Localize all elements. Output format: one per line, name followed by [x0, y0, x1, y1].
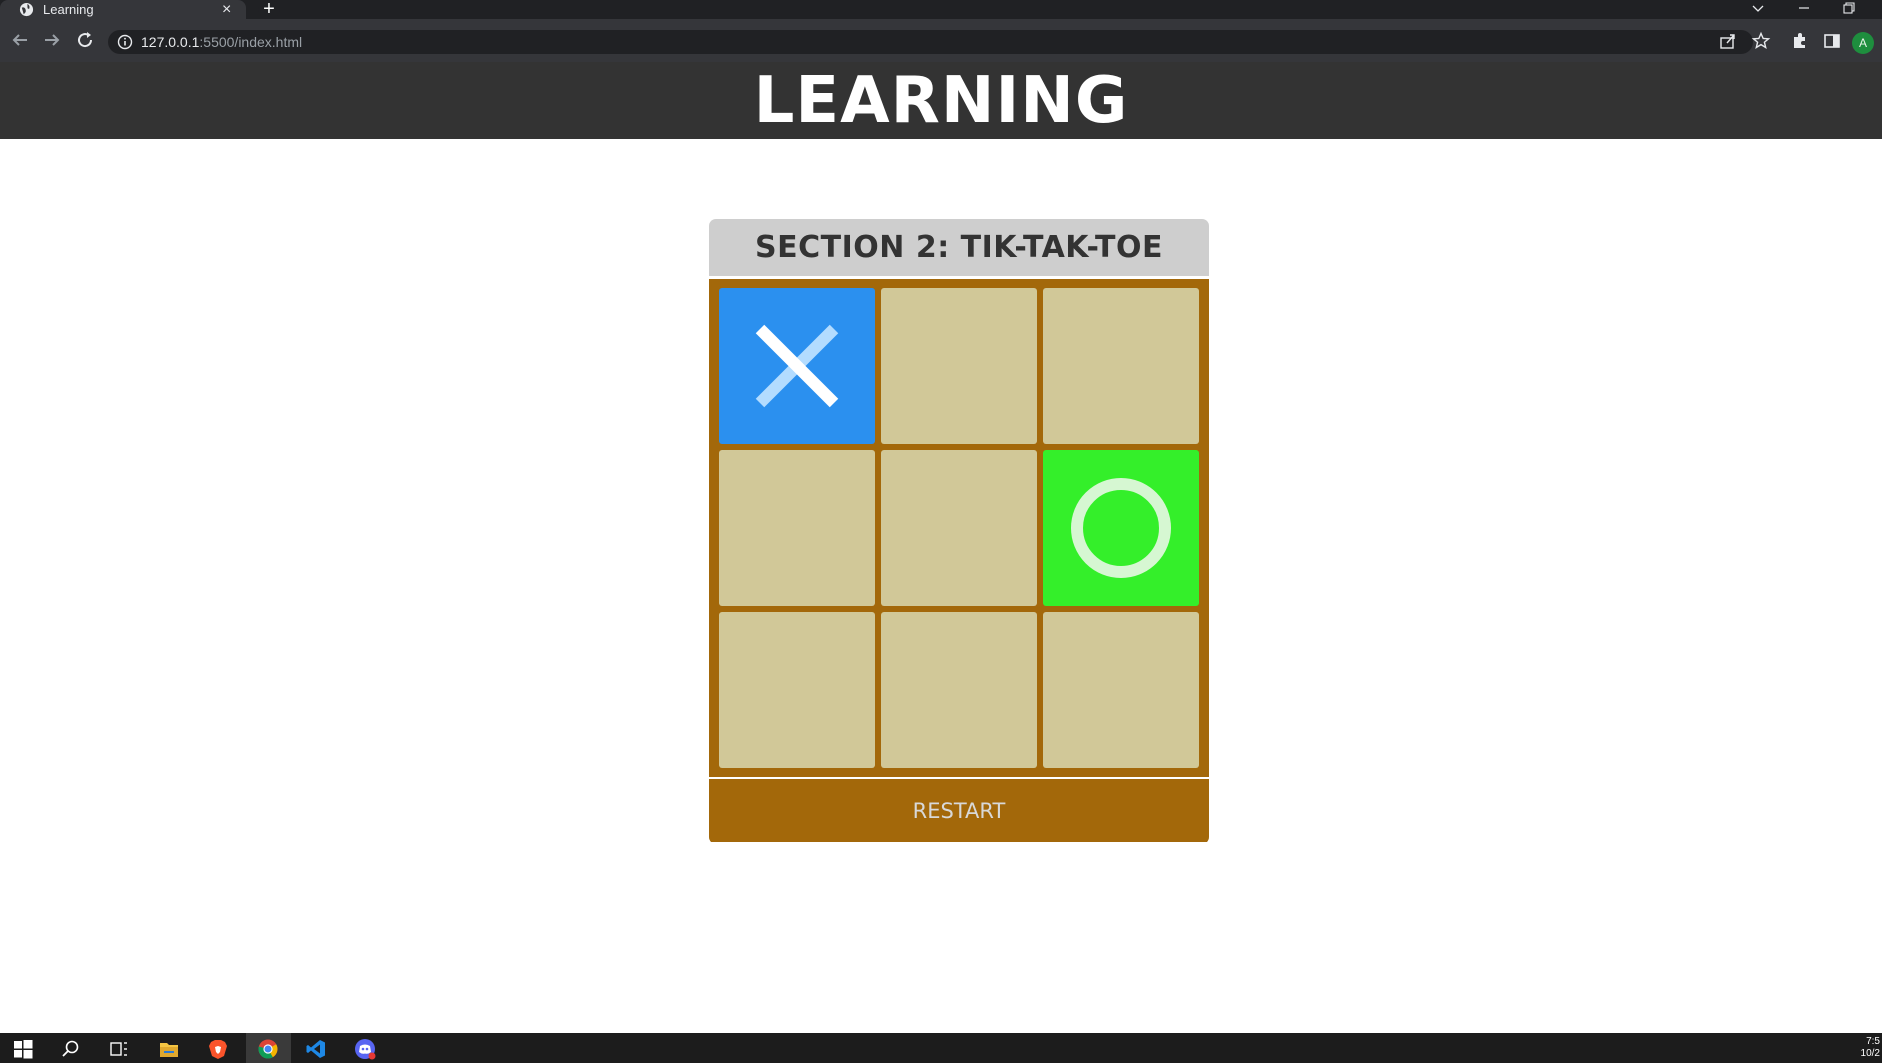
- task-view-icon[interactable]: [108, 1038, 130, 1060]
- game-board: [709, 279, 1209, 779]
- search-icon[interactable]: [60, 1038, 82, 1060]
- board-cell-r1-c2[interactable]: [881, 288, 1037, 444]
- tab-title: Learning: [43, 2, 94, 17]
- board-cell-r3-c2[interactable]: [881, 612, 1037, 768]
- globe-icon: [19, 2, 34, 17]
- browser-tab-strip: Learning × +: [0, 0, 1882, 19]
- browser-toolbar: 127.0.0.1:5500/index.html A: [0, 19, 1882, 62]
- site-title: LEARNING: [753, 63, 1129, 138]
- board-cell-r1-c3[interactable]: [1043, 288, 1199, 444]
- minimize-icon[interactable]: [1789, 0, 1819, 19]
- browser-tab-learning[interactable]: Learning ×: [0, 0, 246, 19]
- new-tab-button[interactable]: +: [258, 0, 280, 19]
- board-cell-r1-c1[interactable]: [719, 288, 875, 444]
- board-cell-r3-c1[interactable]: [719, 612, 875, 768]
- url-path: :5500/index.html: [199, 34, 303, 50]
- x-mark-icon: [755, 324, 839, 408]
- bookmark-star-icon[interactable]: [1751, 31, 1771, 51]
- side-panel-icon[interactable]: [1822, 31, 1842, 51]
- section-title: SECTION 2: TIK-TAK-TOE: [755, 230, 1163, 265]
- o-mark-icon: [1071, 478, 1171, 578]
- board-cell-r3-c3[interactable]: [1043, 612, 1199, 768]
- board-cell-r2-c3[interactable]: [1043, 450, 1199, 606]
- reload-icon[interactable]: [73, 28, 97, 52]
- back-arrow-icon[interactable]: [8, 28, 32, 52]
- system-clock[interactable]: 7:5 10/2: [1861, 1036, 1880, 1060]
- brave-icon[interactable]: [207, 1038, 229, 1060]
- section-header: SECTION 2: TIK-TAK-TOE: [709, 219, 1209, 279]
- share-icon[interactable]: [1718, 31, 1738, 51]
- windows-start-icon[interactable]: [12, 1038, 34, 1060]
- tab-close-icon[interactable]: ×: [222, 0, 231, 19]
- restart-label: RESTART: [912, 798, 1006, 823]
- site-header: LEARNING: [0, 62, 1882, 139]
- restore-window-icon[interactable]: [1834, 0, 1864, 19]
- forward-arrow-icon[interactable]: [40, 28, 64, 52]
- clock-time: 7:5: [1866, 1036, 1880, 1047]
- windows-taskbar: 7:5 10/2: [0, 1033, 1882, 1063]
- board-cell-r2-c1[interactable]: [719, 450, 875, 606]
- restart-button[interactable]: RESTART: [709, 779, 1209, 842]
- clock-date: 10/2: [1860, 1048, 1880, 1059]
- profile-avatar[interactable]: A: [1852, 32, 1874, 54]
- url-host: 127.0.0.1: [141, 34, 200, 50]
- vscode-icon[interactable]: [305, 1038, 327, 1060]
- site-info-icon[interactable]: [116, 33, 134, 51]
- address-bar[interactable]: 127.0.0.1:5500/index.html: [108, 30, 1753, 54]
- url-text: 127.0.0.1:5500/index.html: [141, 34, 302, 50]
- discord-icon[interactable]: [354, 1038, 376, 1060]
- file-explorer-icon[interactable]: [158, 1038, 180, 1060]
- board-cell-r2-c2[interactable]: [881, 450, 1037, 606]
- tab-search-chevron-icon[interactable]: [1743, 0, 1773, 19]
- extensions-puzzle-icon[interactable]: [1790, 31, 1810, 51]
- tic-tac-toe-card: SECTION 2: TIK-TAK-TOE RESTART: [709, 219, 1209, 844]
- chrome-icon[interactable]: [257, 1038, 279, 1060]
